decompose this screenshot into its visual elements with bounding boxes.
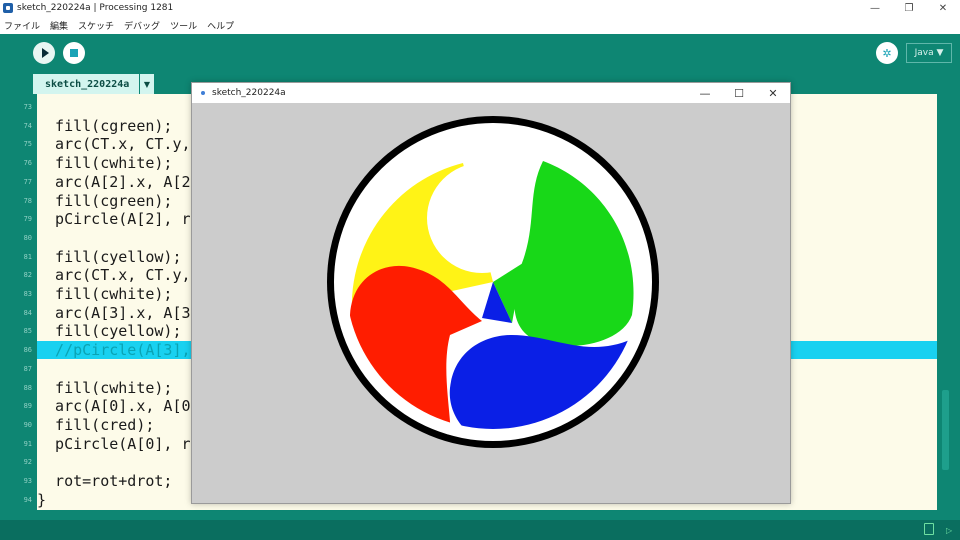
line-number: 78 xyxy=(23,196,32,205)
menu-edit[interactable]: 編集 xyxy=(50,19,68,32)
mode-select[interactable]: Java ▼ xyxy=(906,43,952,63)
code-text: arc(A[3].x, A[3 xyxy=(37,303,191,322)
line-number: 75 xyxy=(23,140,32,149)
window-title: sketch_220224a | Processing 1281 xyxy=(17,3,174,13)
menu-file[interactable]: ファイル xyxy=(4,19,40,32)
code-text: pCircle(A[0], r xyxy=(37,434,191,453)
tab-menu-button[interactable]: ▼ xyxy=(140,74,154,94)
toolbar: ✲ Java ▼ xyxy=(0,34,960,74)
debugger-button[interactable]: ✲ xyxy=(876,42,898,64)
sketch-app-icon xyxy=(201,91,205,95)
line-number: 87 xyxy=(23,364,32,373)
play-icon xyxy=(41,48,49,58)
line-number: 76 xyxy=(23,159,32,168)
code-text: fill(cwhite); xyxy=(37,154,173,173)
line-number: 91 xyxy=(23,439,32,448)
line-number: 79 xyxy=(23,215,32,224)
code-text: pCircle(A[2], r xyxy=(37,210,191,229)
sketch-window-controls: — ☐ ✕ xyxy=(688,83,790,103)
code-text: fill(cgreen); xyxy=(37,191,173,210)
line-number: 84 xyxy=(23,308,32,317)
line-number: 81 xyxy=(23,252,32,261)
console-icon[interactable] xyxy=(924,523,934,535)
line-number: 82 xyxy=(23,271,32,280)
white-magatama-head xyxy=(427,163,537,273)
code-text: } xyxy=(37,490,47,509)
code-text: fill(cyellow); xyxy=(37,247,182,266)
code-text: fill(cred); xyxy=(37,415,155,434)
minimize-button[interactable]: — xyxy=(858,0,892,16)
run-button[interactable] xyxy=(33,42,55,64)
code-text: fill(cyellow); xyxy=(37,322,182,341)
line-number: 74 xyxy=(23,121,32,130)
line-number: 89 xyxy=(23,402,32,411)
sketch-maximize-button[interactable]: ☐ xyxy=(722,83,756,103)
title-bar: sketch_220224a | Processing 1281 — ❐ ✕ xyxy=(0,0,960,16)
menu-sketch[interactable]: スケッチ xyxy=(78,19,114,32)
code-text: fill(cwhite); xyxy=(37,285,173,303)
window-controls: — ❐ ✕ xyxy=(858,0,960,16)
code-text: arc(A[0].x, A[0 xyxy=(37,397,191,416)
console-bar xyxy=(0,520,960,540)
line-number: 73 xyxy=(23,103,32,111)
stop-button[interactable] xyxy=(63,42,85,64)
menu-tools[interactable]: ツール xyxy=(170,19,197,32)
line-number: 83 xyxy=(23,290,32,298)
code-text: arc(CT.x, CT.y, xyxy=(37,266,191,285)
sketch-minimize-button[interactable]: — xyxy=(688,83,722,103)
tomoe-drawing xyxy=(327,116,659,448)
code-text: rot=rot+drot; xyxy=(37,472,173,490)
code-text: //pCircle(A[3], xyxy=(37,341,191,360)
code-text: fill(cwhite); xyxy=(37,378,173,397)
line-number: 93 xyxy=(23,477,32,485)
line-number: 94 xyxy=(23,495,32,504)
line-number: 77 xyxy=(23,177,32,186)
line-number-gutter: 73 74 75 76 77 78 79 80 81 82 83 84 85 86 87 88 89 90 91 92… xyxy=(0,94,37,510)
line-number: 80 xyxy=(23,233,32,242)
sketch-canvas[interactable] xyxy=(192,103,790,503)
menu-debug[interactable]: デバッグ xyxy=(124,19,160,32)
menu-help[interactable]: ヘルプ xyxy=(207,19,234,32)
sketch-close-button[interactable]: ✕ xyxy=(756,83,790,103)
code-text: fill(cgreen); xyxy=(37,116,173,135)
status-bar xyxy=(0,510,960,520)
restore-button[interactable]: ❐ xyxy=(892,0,926,16)
close-button[interactable]: ✕ xyxy=(926,0,960,16)
line-number: 86 xyxy=(23,346,32,355)
sketch-window: sketch_220224a — ☐ ✕ xyxy=(191,82,791,504)
scrollbar-thumb[interactable] xyxy=(942,390,949,470)
line-number: 92 xyxy=(23,458,32,467)
code-text: arc(A[2].x, A[2 xyxy=(37,172,191,191)
expand-console-icon[interactable]: ▷ xyxy=(946,526,952,535)
menu-bar: ファイル 編集 スケッチ デバッグ ツール ヘルプ xyxy=(0,16,960,34)
sketch-window-title: sketch_220224a xyxy=(212,88,286,98)
code-text: arc(CT.x, CT.y, xyxy=(37,135,191,154)
line-number: 85 xyxy=(23,327,32,336)
line-number: 90 xyxy=(23,420,32,429)
butterfly-icon: ✲ xyxy=(882,46,892,60)
tab-sketch[interactable]: sketch_220224a xyxy=(33,74,139,94)
stop-icon xyxy=(70,49,78,57)
sketch-title-bar: sketch_220224a — ☐ ✕ xyxy=(192,83,790,103)
processing-app-icon xyxy=(3,3,13,13)
processing-ide: sketch_220224a | Processing 1281 — ❐ ✕ フ… xyxy=(0,0,960,540)
line-number: 88 xyxy=(23,383,32,392)
